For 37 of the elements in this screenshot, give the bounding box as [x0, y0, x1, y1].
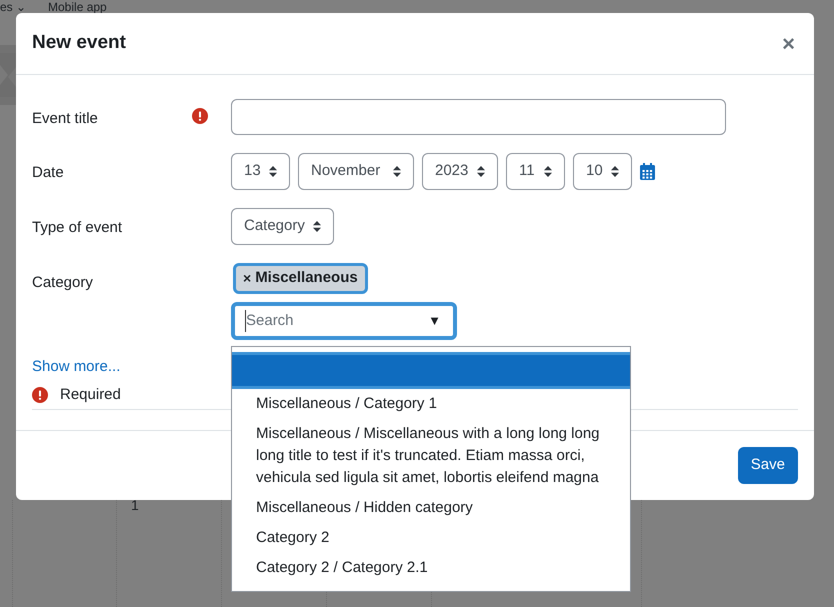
sort-caret-icon: [313, 221, 321, 232]
search-field[interactable]: Search ▼: [231, 302, 457, 340]
sort-caret-icon: [477, 166, 485, 177]
select-field[interactable]: 11: [506, 153, 565, 190]
dropdown-option[interactable]: Category 2 / Category 2.1: [232, 553, 630, 583]
category-chip[interactable]: × Miscellaneous: [233, 263, 368, 294]
remove-icon[interactable]: ×: [243, 268, 252, 289]
required-icon: [32, 386, 48, 403]
select-field[interactable]: Category: [231, 208, 334, 245]
title-input[interactable]: [231, 99, 726, 135]
field-label: Date: [32, 163, 64, 183]
field-label: Event title: [32, 109, 98, 129]
close-button[interactable]: ×: [782, 32, 798, 54]
save-button[interactable]: Save: [738, 447, 798, 484]
sort-caret-icon: [393, 166, 401, 177]
field-label: Category: [32, 273, 93, 293]
required-note: Required: [60, 384, 121, 404]
calendar-day: 1: [131, 495, 139, 516]
field-label: Type of event: [32, 218, 122, 238]
chip-label: Miscellaneous: [255, 268, 358, 288]
dropdown-option[interactable]: Miscellaneous / Miscellaneous with a long long long long title to test if it's truncated. Etiam massa orci, vehicula sed ligula sit amet, lobortis eleifend magna: [232, 419, 630, 493]
select-field[interactable]: 13: [231, 153, 290, 190]
search-input[interactable]: Search: [245, 310, 405, 332]
select-field[interactable]: November: [298, 153, 414, 190]
sort-caret-icon: [611, 166, 619, 177]
dropdown-caret[interactable]: ▼: [428, 311, 441, 331]
select-field[interactable]: 10: [573, 153, 632, 190]
calendar-icon[interactable]: [640, 163, 655, 180]
dropdown-option[interactable]: Category 2: [232, 523, 630, 553]
dropdown-option[interactable]: [232, 352, 630, 389]
sort-caret-icon: [544, 166, 552, 177]
dropdown-option[interactable]: Miscellaneous / Hidden category: [232, 493, 630, 523]
sort-caret-icon: [269, 166, 277, 177]
show-more-link[interactable]: Show more...: [32, 356, 120, 378]
select-field[interactable]: 2023: [422, 153, 498, 190]
dialog-title: New event: [32, 31, 126, 56]
dropdown-option[interactable]: Miscellaneous / Category 1: [232, 389, 630, 419]
